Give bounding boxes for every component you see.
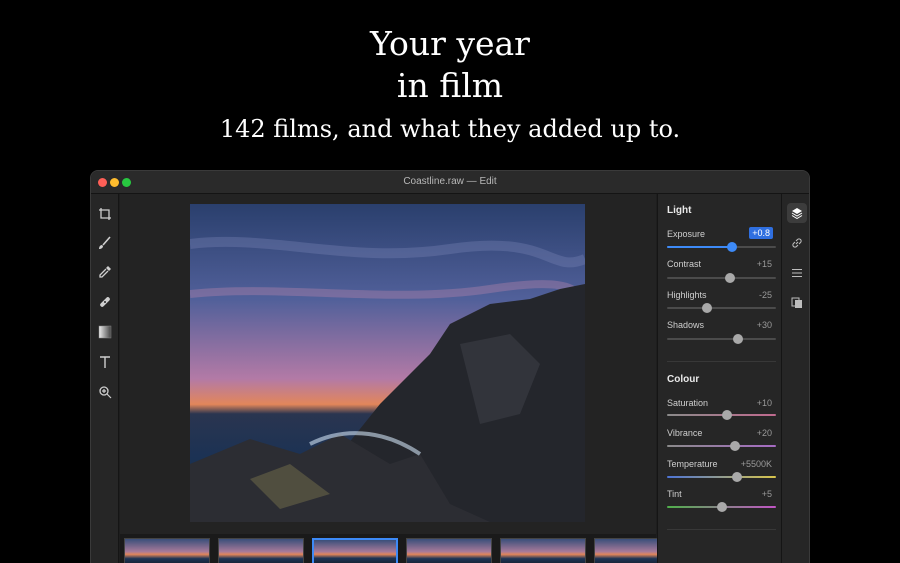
filmstrip (120, 534, 680, 563)
vibrance-label: Vibrance (667, 428, 703, 438)
tint-label: Tint (667, 489, 682, 499)
slider-handle[interactable] (725, 273, 736, 283)
colour-section-title: Colour (667, 374, 700, 385)
editor-window: Coastline.raw — Edit Light Exposure +0.8… (90, 170, 810, 563)
brush-icon[interactable] (95, 233, 115, 253)
slider-handle[interactable] (702, 303, 713, 313)
filmstrip-thumbnail[interactable] (124, 538, 210, 563)
saturation-slider[interactable] (667, 410, 776, 420)
photo-canvas[interactable] (120, 194, 656, 534)
exposure-label: Exposure (667, 229, 706, 239)
filmstrip-thumbnail-active[interactable] (312, 538, 398, 563)
highlights-slider[interactable] (667, 303, 776, 313)
link-icon[interactable] (787, 233, 807, 253)
window-titlebar: Coastline.raw — Edit (91, 171, 809, 194)
window-title: Coastline.raw — Edit (403, 176, 497, 187)
eyedropper-icon[interactable] (95, 262, 115, 282)
tool-sidebar (91, 194, 119, 563)
panel-rail (781, 194, 809, 563)
healing-icon[interactable] (95, 292, 115, 312)
slider-fill (667, 246, 733, 248)
crop-icon[interactable] (95, 204, 115, 224)
layers-icon[interactable] (787, 203, 807, 223)
filmstrip-thumbnail[interactable] (218, 538, 304, 563)
section-divider (667, 529, 776, 530)
light-section-title: Light (667, 205, 692, 216)
filmstrip-thumbnail[interactable] (500, 538, 586, 563)
contrast-label: Contrast (667, 259, 702, 269)
slider-handle[interactable] (716, 502, 727, 512)
copy-icon[interactable] (787, 293, 807, 313)
highlights-label: Highlights (667, 290, 707, 300)
hero-subtitle: 142 films, and what they added up to. (219, 115, 681, 143)
photo-preview[interactable] (190, 204, 585, 522)
shadows-value[interactable]: +30 (757, 320, 772, 330)
zoom-icon[interactable] (95, 382, 115, 402)
saturation-label: Saturation (667, 398, 709, 408)
highlights-value[interactable]: -25 (759, 290, 772, 300)
section-divider (667, 361, 776, 362)
contrast-value[interactable]: +15 (757, 259, 772, 269)
hero-title-line1: Your year (370, 24, 530, 63)
vibrance-value[interactable]: +20 (757, 428, 772, 438)
exposure-value[interactable]: +0.8 (749, 227, 773, 239)
list-icon[interactable] (787, 263, 807, 283)
temperature-label: Temperature (667, 459, 718, 469)
exposure-slider[interactable] (667, 242, 776, 252)
slider-handle[interactable] (732, 334, 743, 344)
filmstrip-thumbnail[interactable] (406, 538, 492, 563)
tint-slider[interactable] (667, 502, 776, 512)
slider-handle[interactable] (731, 472, 742, 482)
shadows-label: Shadows (667, 320, 705, 330)
adjustments-panel: Light Exposure +0.8 Contrast +15 Highlig… (657, 194, 781, 563)
tint-value[interactable]: +5 (762, 489, 772, 499)
slider-handle[interactable] (727, 242, 738, 252)
shadows-slider[interactable] (667, 334, 776, 344)
temperature-value[interactable]: +5500K (741, 459, 772, 469)
slider-handle[interactable] (721, 410, 732, 420)
gradient-icon[interactable] (95, 322, 115, 342)
contrast-slider[interactable] (667, 273, 776, 283)
vibrance-slider[interactable] (667, 441, 776, 451)
slider-handle[interactable] (729, 441, 740, 451)
hero-title-line2: in film (396, 66, 504, 105)
saturation-value[interactable]: +10 (757, 398, 772, 408)
text-icon[interactable] (95, 352, 115, 372)
temperature-slider[interactable] (667, 472, 776, 482)
